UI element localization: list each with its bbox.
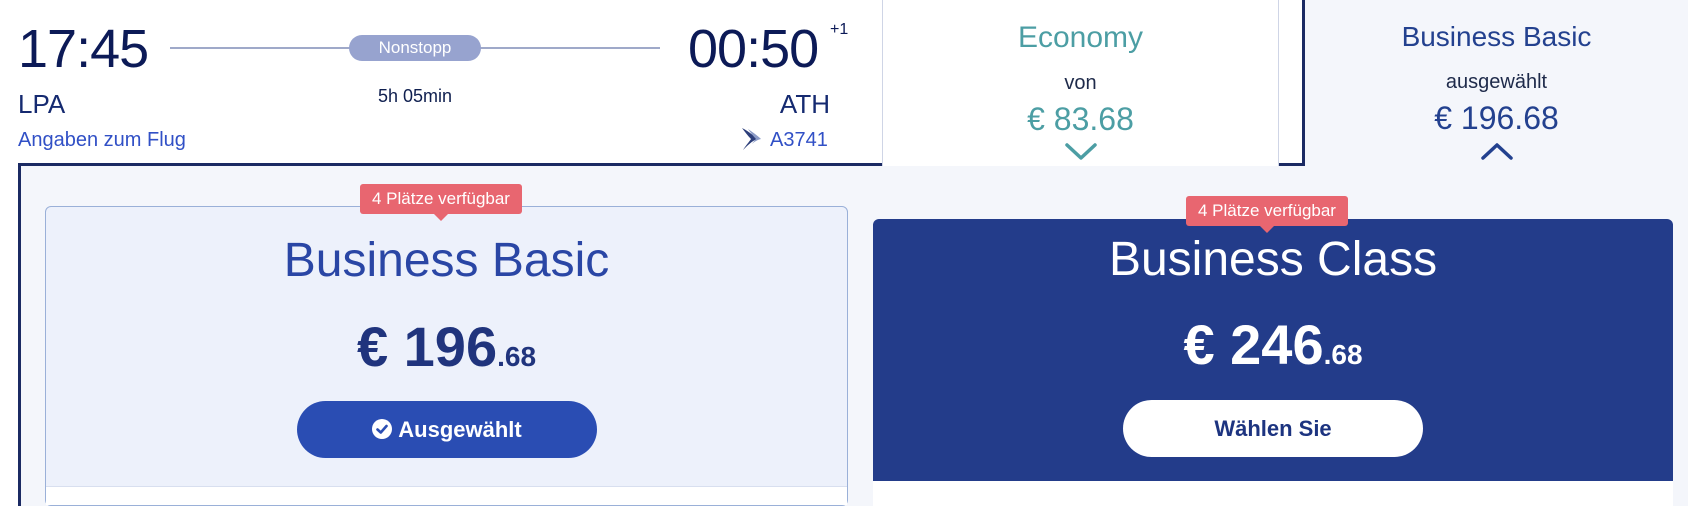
- fare-price: € 246.68: [873, 315, 1673, 385]
- cabin-economy-price: € 83.68: [1027, 101, 1134, 137]
- card-details-area: [46, 486, 847, 505]
- fare-price-cents: .68: [497, 341, 537, 372]
- card-details-area: [873, 481, 1673, 519]
- chevron-up-icon[interactable]: [1480, 141, 1514, 161]
- fare-title: Business Class: [1108, 233, 1438, 286]
- fare-price-main: € 196: [356, 315, 498, 378]
- selected-fare-button[interactable]: Ausgewählt: [297, 401, 597, 458]
- fare-price: € 196.68: [46, 317, 847, 387]
- chevron-down-icon[interactable]: [1064, 142, 1098, 162]
- arrival-airport: ATH: [779, 89, 830, 119]
- fare-price-cents: .68: [1323, 339, 1363, 370]
- fare-title: Business Basic: [283, 234, 610, 287]
- cabin-economy-from-label: von: [1064, 72, 1097, 94]
- arrival-time: 00:50: [688, 19, 819, 79]
- flight-duration: 5h 05min: [377, 86, 453, 106]
- day-offset: +1: [830, 21, 849, 38]
- choose-fare-button[interactable]: Wählen Sie: [1123, 400, 1423, 457]
- fare-card-business-class[interactable]: Business Class € 246.68 Wählen Sie: [873, 219, 1673, 519]
- cabin-business-price: € 196.68: [1434, 100, 1559, 136]
- aegean-logo-icon: [740, 126, 762, 152]
- cabin-economy-name: Economy: [1017, 21, 1144, 54]
- departure-time: 17:45: [18, 19, 149, 79]
- seats-available-badge: 4 Plätze verfügbar: [360, 184, 522, 221]
- seats-available-badge: 4 Plätze verfügbar: [1186, 196, 1348, 233]
- flight-details-link[interactable]: Angaben zum Flug: [18, 130, 186, 150]
- check-circle-icon: [372, 419, 393, 439]
- fare-card-business-basic[interactable]: Business Basic € 196.68 Ausgewählt: [45, 206, 848, 506]
- cabin-economy-option[interactable]: Economy von € 83.68: [882, 0, 1279, 166]
- departure-airport: LPA: [18, 89, 66, 119]
- cabin-business-name: Business Basic: [1401, 21, 1592, 52]
- flight-number: A3741: [770, 129, 828, 151]
- cabin-business-selected-label: ausgewählt: [1445, 71, 1548, 93]
- cabin-business-option[interactable]: Business Basic ausgewählt € 196.68: [1305, 0, 1688, 166]
- fare-price-main: € 246: [1183, 313, 1324, 376]
- nonstop-badge: Nonstopp: [349, 35, 481, 61]
- selected-fare-label: Ausgewählt: [398, 417, 522, 442]
